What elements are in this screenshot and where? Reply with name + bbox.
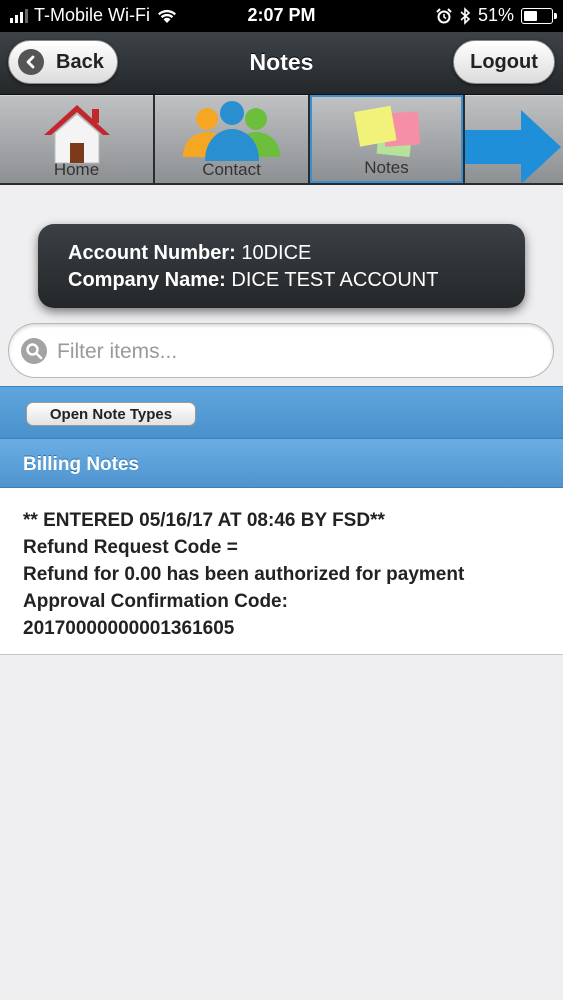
- logout-button[interactable]: Logout: [453, 40, 555, 84]
- account-number-value: 10DICE: [241, 242, 312, 264]
- filter-search-bar: [8, 323, 554, 378]
- list-item[interactable]: ** ENTERED 05/16/17 AT 08:46 BY FSD** Re…: [0, 488, 563, 655]
- nav-item-contact[interactable]: Contact: [155, 95, 308, 183]
- account-number-label: Account Number:: [68, 242, 236, 264]
- company-name-value: DICE TEST ACCOUNT: [231, 269, 439, 291]
- company-name-row: Company Name: DICE TEST ACCOUNT: [68, 267, 525, 294]
- note-line: ** ENTERED 05/16/17 AT 08:46 BY FSD**: [23, 510, 385, 531]
- note-toolbar: Open Note Types: [0, 386, 563, 439]
- filter-items-input[interactable]: [55, 334, 539, 370]
- section-header-billing-notes: Billing Notes: [0, 438, 563, 488]
- status-bar: T-Mobile Wi-Fi 2:07 PM 51%: [0, 0, 563, 32]
- section-title: Billing Notes: [23, 454, 140, 475]
- app-header: Back Notes Logout: [0, 32, 563, 95]
- battery-level: [524, 10, 537, 21]
- nav-label-home: Home: [53, 160, 100, 179]
- sticky-notes-icon: [354, 105, 421, 158]
- alarm-icon: [436, 7, 452, 23]
- account-number-row: Account Number: 10DICE: [68, 240, 525, 267]
- note-line: Approval Confirmation Code:: [23, 591, 288, 612]
- status-right: 51%: [436, 5, 557, 26]
- nav-label-notes: Notes: [364, 158, 409, 177]
- home-icon: [44, 105, 110, 164]
- arrow-right-icon: [465, 110, 561, 182]
- note-line: Refund for 0.00 has been authorized for …: [23, 564, 465, 585]
- account-info-box: Account Number: 10DICE Company Name: DIC…: [38, 224, 525, 308]
- nav-item-home[interactable]: Home: [0, 95, 153, 183]
- battery-nub: [554, 12, 557, 19]
- nav-label-contact: Contact: [202, 160, 261, 179]
- nav-item-notes[interactable]: Notes: [310, 95, 463, 183]
- bluetooth-icon: [460, 6, 471, 25]
- company-name-label: Company Name:: [68, 269, 226, 291]
- search-icon: [21, 338, 47, 364]
- note-line: Refund Request Code =: [23, 537, 238, 558]
- battery-percent: 51%: [477, 5, 514, 25]
- notes-screen: T-Mobile Wi-Fi 2:07 PM 51% Back Notes Lo…: [0, 0, 563, 1000]
- note-line: 20170000000001361605: [23, 618, 235, 639]
- open-note-types-label: Open Note Types: [49, 405, 173, 423]
- icon-nav-bar: Home Contact Notes: [0, 95, 563, 185]
- contacts-icon: [183, 101, 280, 161]
- logout-button-label: Logout: [470, 50, 538, 73]
- nav-item-next[interactable]: [465, 95, 563, 183]
- battery-icon: [521, 7, 557, 24]
- open-note-types-button[interactable]: Open Note Types: [26, 402, 196, 426]
